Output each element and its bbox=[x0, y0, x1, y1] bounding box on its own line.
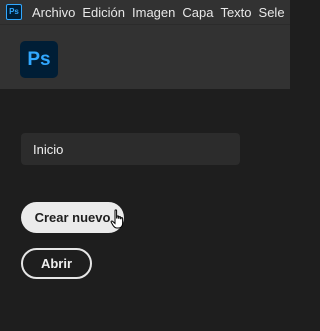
photoshop-logo-icon: Ps bbox=[20, 41, 58, 78]
app-header: Ps bbox=[0, 24, 290, 89]
open-button-label: Abrir bbox=[40, 256, 73, 271]
menu-bar: Ps Archivo Edición Imagen Capa Texto Sel… bbox=[0, 0, 290, 24]
menu-item-imagen[interactable]: Imagen bbox=[132, 5, 175, 20]
photoshop-app-icon[interactable]: Ps bbox=[6, 4, 22, 20]
home-screen: Inicio Crear nuevo Abrir bbox=[0, 89, 290, 331]
create-new-button[interactable]: Crear nuevo bbox=[21, 202, 124, 233]
menu-item-seleccionar[interactable]: Sele bbox=[259, 5, 285, 20]
menu-item-edicion[interactable]: Edición bbox=[82, 5, 125, 20]
menu-item-archivo[interactable]: Archivo bbox=[32, 5, 75, 20]
hand-pointer-icon bbox=[110, 209, 124, 229]
nav-item-home[interactable]: Inicio bbox=[21, 133, 240, 165]
create-new-button-label: Crear nuevo bbox=[34, 210, 111, 225]
open-button[interactable]: Abrir bbox=[21, 248, 92, 279]
menu-item-texto[interactable]: Texto bbox=[220, 5, 251, 20]
nav-item-home-label: Inicio bbox=[33, 141, 64, 157]
menu-item-capa[interactable]: Capa bbox=[182, 5, 213, 20]
